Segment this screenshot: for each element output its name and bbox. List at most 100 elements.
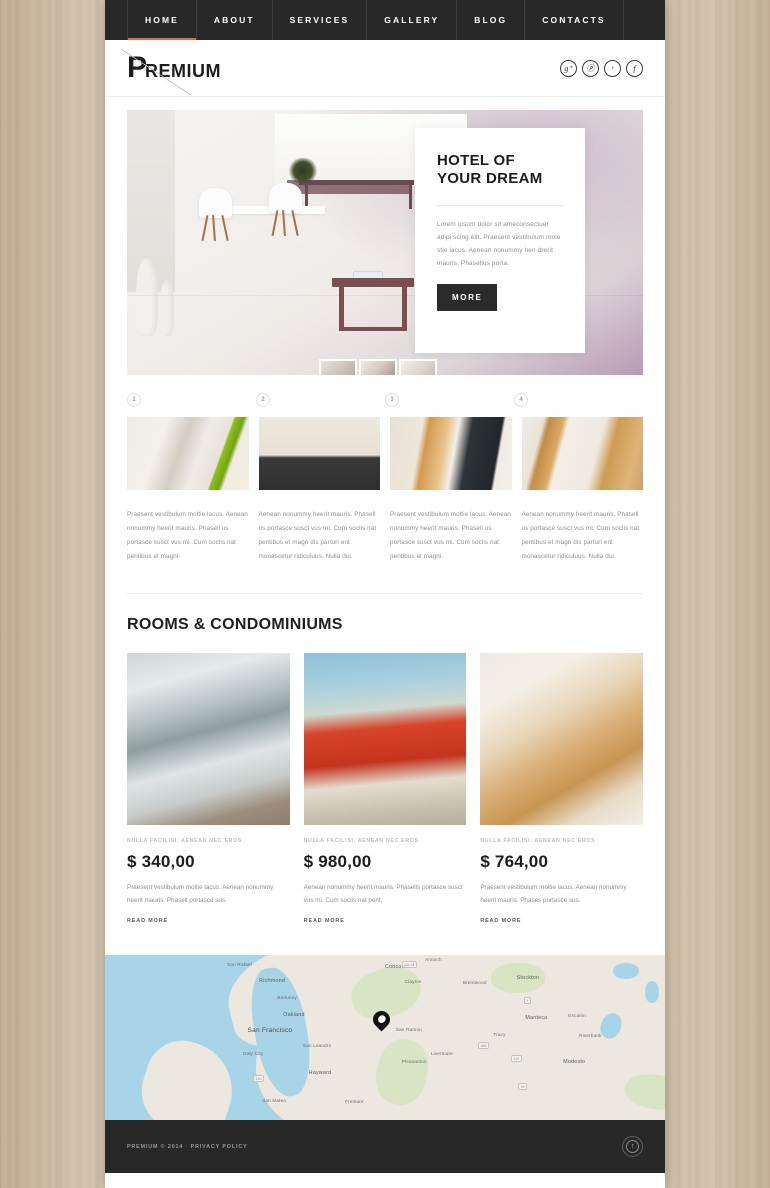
feature-item: Praesent vestibulum moltie lacus. Aenean… xyxy=(127,417,249,565)
map-lake xyxy=(613,963,639,980)
site-header: P REMIUM g⁺ ⓟ ᵛ f xyxy=(105,40,665,97)
features-row: Praesent vestibulum moltie lacus. Aenean… xyxy=(105,407,665,565)
step-marker-2[interactable]: 2 xyxy=(256,393,270,407)
map-city-label: Richmond xyxy=(259,978,286,985)
pinterest-icon[interactable]: ⓟ xyxy=(582,59,599,77)
copyright-text: PREMIUM © 2014 · PRIVACY POLICY xyxy=(127,1143,248,1150)
room-card: NULLA FACILISI. AENEAN NEC EROS $ 980,00… xyxy=(303,652,467,927)
page-container: HOME ABOUT SERVICES GALLERY BLOG CONTACT… xyxy=(105,0,665,1188)
map-city-label: San Rafael xyxy=(227,962,252,968)
hero-title-line-2: YOUR DREAM xyxy=(437,169,543,187)
map-city-label: Fremont xyxy=(345,1099,364,1105)
site-footer: PREMIUM © 2014 · PRIVACY POLICY ↑ xyxy=(105,1120,665,1174)
feature-text: Praesent vestibulum moltie lacus. Aenean… xyxy=(390,511,511,561)
hero-title: HOTEL OF YOUR DREAM xyxy=(437,152,563,187)
room-price: $ 764,00 xyxy=(480,851,549,871)
nav-item-blog[interactable]: BLOG xyxy=(457,0,526,40)
google-plus-icon[interactable]: g⁺ xyxy=(560,59,577,77)
location-marker-icon xyxy=(369,1007,394,1032)
room-caption: NULLA FACILISI. AENEAN NEC EROS xyxy=(480,837,596,844)
hero-slider-section: HOTEL OF YOUR DREAM Lorem ipsum dolor si… xyxy=(105,97,665,375)
rooms-grid: NULLA FACILISI. AENEAN NEC EROS $ 340,00… xyxy=(105,634,665,927)
room-description: Praesent vestibulum moltie lacus. Aenean… xyxy=(127,883,274,904)
map-highway-shield: 99 xyxy=(518,1083,528,1091)
feature-text: Aenean nonummy heerit mauris. Phasell us… xyxy=(521,511,640,561)
feature-item: Aenean nonummy heerit mauris. Phasell us… xyxy=(258,417,380,565)
map-city-label: Tracy xyxy=(493,1032,506,1038)
slider-thumb-3[interactable] xyxy=(399,359,437,375)
nav-item-about[interactable]: ABOUT xyxy=(197,0,273,40)
nav-label: ABOUT xyxy=(213,15,255,25)
room-read-more-link[interactable]: READ MORE xyxy=(480,918,521,924)
map-city-label: Hayward xyxy=(308,1070,332,1077)
step-cell-1: 1 xyxy=(127,393,256,407)
twitter-icon[interactable]: ᵛ xyxy=(604,59,621,77)
room-card: NULLA FACILISI. AENEAN NEC EROS $ 340,00… xyxy=(127,652,290,927)
nav-label: SERVICES xyxy=(289,15,350,25)
map-highway-shield: 5 xyxy=(523,997,531,1005)
map-city-label: Modesto xyxy=(563,1059,586,1066)
map-city-label: San Ramon xyxy=(395,1027,422,1033)
room-price: $ 340,00 xyxy=(127,851,195,871)
nav-label: BLOG xyxy=(474,15,508,25)
facebook-glyph: f xyxy=(633,63,636,73)
map-city-label: Brentwood xyxy=(462,980,487,986)
step-marker-1[interactable]: 1 xyxy=(127,393,141,407)
nav-item-home[interactable]: HOME xyxy=(127,0,197,40)
slider-thumb-2[interactable] xyxy=(359,359,397,375)
feature-text: Aenean nonummy heerit mauris. Phasell us… xyxy=(258,511,377,561)
map-city-label: San Francisco xyxy=(247,1027,293,1035)
map-location-pin[interactable] xyxy=(369,1007,394,1032)
feature-image-hallway[interactable] xyxy=(127,417,249,490)
nav-item-contacts[interactable]: CONTACTS xyxy=(525,0,624,40)
feature-image-stairs[interactable] xyxy=(390,417,512,490)
step-marker-3[interactable]: 3 xyxy=(385,393,399,407)
social-links: g⁺ ⓟ ᵛ f xyxy=(560,59,643,77)
map-city-label: Stockton xyxy=(516,975,540,982)
nav-label: CONTACTS xyxy=(542,15,606,25)
nav-label: GALLERY xyxy=(384,15,440,25)
map-city-label: Berkeley xyxy=(277,995,297,1001)
feature-text: Praesent vestibulum moltie lacus. Aenean… xyxy=(127,511,248,561)
hero-more-button[interactable]: MORE xyxy=(437,284,498,312)
room-description: Aenean nonummy heerit mauris. Phasells p… xyxy=(303,883,463,904)
feature-image-wood-floor[interactable] xyxy=(521,417,643,490)
nav-item-services[interactable]: SERVICES xyxy=(273,0,368,40)
room-read-more-link[interactable]: READ MORE xyxy=(304,918,345,924)
feature-step-markers: 1 2 3 4 xyxy=(105,375,665,407)
slider-thumbnails xyxy=(319,359,437,375)
room-caption: NULLA FACILISI. AENEAN NEC EROS xyxy=(127,837,242,844)
feature-item: Praesent vestibulum moltie lacus. Aenean… xyxy=(390,417,512,565)
map-city-label: Pleasanton xyxy=(401,1059,427,1065)
location-map[interactable]: San Francisco Oakland Berkeley Richmond San … xyxy=(105,955,665,1121)
hero-title-line-1: HOTEL OF xyxy=(437,152,515,169)
nav-label: HOME xyxy=(145,15,179,25)
map-city-label: Livermore xyxy=(430,1051,454,1057)
map-city-label: Manteca xyxy=(525,1015,548,1022)
google-plus-glyph: g⁺ xyxy=(564,63,573,73)
site-logo[interactable]: P REMIUM xyxy=(120,49,221,95)
step-cell-3: 3 xyxy=(385,393,514,407)
room-image-red-lounger[interactable] xyxy=(303,652,467,825)
feature-item: Aenean nonummy heerit mauris. Phasell us… xyxy=(521,417,643,565)
map-city-label: Clayton xyxy=(404,979,422,985)
step-marker-4[interactable]: 4 xyxy=(514,393,528,407)
feature-image-lounge-chair[interactable] xyxy=(258,417,380,490)
facebook-icon[interactable]: f xyxy=(626,59,643,77)
step-cell-4: 4 xyxy=(514,393,643,407)
room-price: $ 980,00 xyxy=(303,851,372,871)
map-city-label: Oakland xyxy=(283,1012,305,1019)
room-read-more-link[interactable]: READ MORE xyxy=(127,918,168,924)
room-image-staircase[interactable] xyxy=(480,652,644,825)
arrow-up-icon: ↑ xyxy=(626,1140,639,1154)
hero-description: Lorem ipsum dolor sit ameconsectuer adip… xyxy=(437,221,561,267)
nav-item-gallery[interactable]: GALLERY xyxy=(367,0,458,40)
hero-slider: HOTEL OF YOUR DREAM Lorem ipsum dolor si… xyxy=(127,110,643,375)
scroll-to-top-button[interactable]: ↑ xyxy=(622,1136,643,1158)
hero-caption-panel: HOTEL OF YOUR DREAM Lorem ipsum dolor si… xyxy=(415,128,585,353)
map-city-label: Escalon xyxy=(568,1013,587,1019)
map-city-label: Daly City xyxy=(243,1051,264,1057)
room-image-bathtub[interactable] xyxy=(127,652,290,825)
logo-initial: P xyxy=(127,51,147,84)
slider-thumb-1[interactable] xyxy=(319,359,357,375)
